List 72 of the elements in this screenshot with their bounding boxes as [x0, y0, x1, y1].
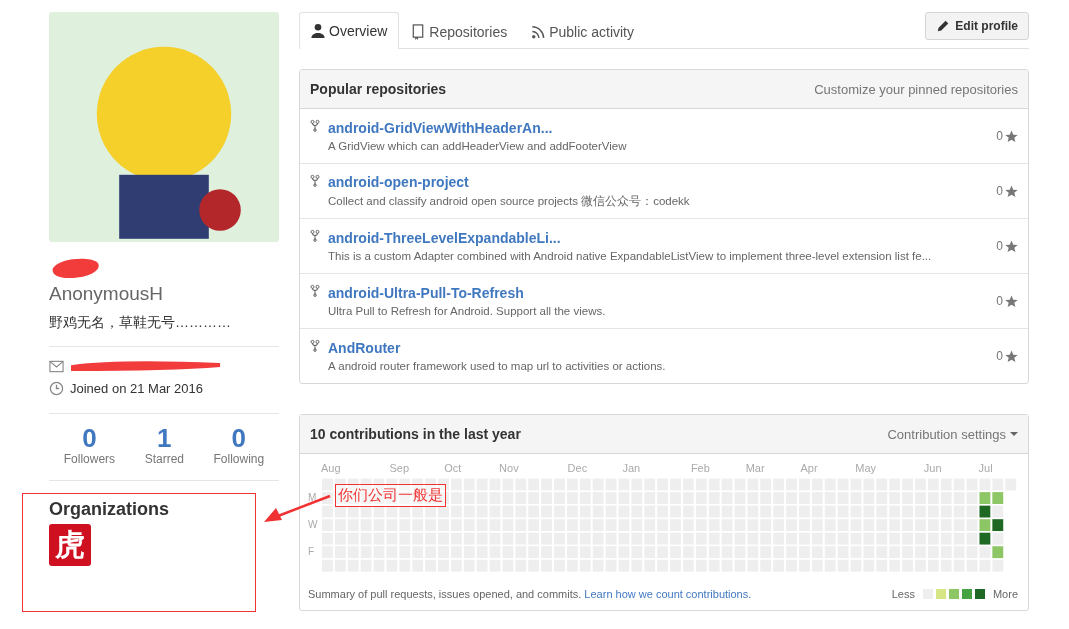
customize-link[interactable]: Customize your pinned repositories [814, 81, 1018, 97]
repo-description: A GridView which can addHeaderView and addFooterView [328, 140, 628, 152]
month-label: Feb [690, 462, 710, 474]
legend-label: Less [891, 587, 915, 600]
caret-icon [1010, 432, 1018, 436]
star-icon [1005, 349, 1018, 363]
tab[interactable]: Public activity [519, 13, 646, 49]
organization-logo[interactable]: 虎 [49, 524, 91, 566]
person-icon [311, 23, 325, 39]
panel-title: 10 contributions in the last year [310, 426, 521, 442]
star-count: 0 [996, 184, 1003, 198]
star-icon [1005, 294, 1018, 308]
star-count: 0 [996, 294, 1003, 308]
tab[interactable]: Repositories [399, 13, 520, 49]
repo-link[interactable]: android-open-project [328, 173, 989, 190]
fork-icon [310, 229, 320, 243]
month-label: Jul [978, 462, 993, 474]
month-label: Jan [622, 462, 641, 474]
star-icon [1005, 129, 1018, 143]
month-label: Nov [499, 462, 519, 474]
edit-profile-button[interactable]: Edit profile [925, 12, 1029, 40]
repo-description: This is a custom Adapter combined with Android native ExpandableListView to implement three-level extension list fe... [328, 250, 933, 262]
repo-description: Collect and classify android open source projects 微信公众号：codekk [328, 193, 691, 209]
month-label: Jun [923, 462, 942, 474]
legend-swatch [935, 588, 946, 599]
mail-icon [49, 358, 64, 374]
annotation-note: 你们公司一般是 [335, 484, 446, 507]
clock-icon [49, 380, 64, 396]
rss-icon [531, 23, 546, 40]
pencil-icon [936, 18, 951, 34]
legend-swatch [974, 588, 985, 599]
book-icon [411, 23, 426, 40]
legend-label: More [992, 587, 1018, 600]
fork-icon [310, 174, 320, 188]
repo-link[interactable]: android-ThreeLevelExpandableLi... [328, 230, 989, 246]
weekday-label: M [308, 491, 318, 504]
star-icon [1005, 184, 1018, 198]
repo-link[interactable]: android-GridViewWithHeaderAn... [328, 120, 989, 136]
legend-swatch [948, 588, 959, 599]
month-label: Oct [444, 462, 462, 474]
month-label: Dec [567, 462, 588, 474]
summary-text: Summary of pull requests, issues opened, and commits. Learn how we count contributions. [308, 587, 752, 600]
contribution-settings-dropdown[interactable]: Contribution settings [887, 426, 1018, 442]
join-date: Joined on 21 Mar 2016 [70, 380, 203, 396]
month-label: Aug [321, 462, 341, 474]
weekday-label: W [308, 519, 319, 532]
star-count: 0 [996, 349, 1003, 363]
fork-icon [310, 339, 320, 353]
bio-text: 野鸡无名，草鞋无号………… [49, 314, 232, 332]
repo-description: Ultra Pull to Refresh for Android. Support all the views. [328, 305, 607, 317]
legend-swatch [961, 588, 972, 599]
month-label: Mar [745, 462, 765, 474]
section-title: Organizations [49, 499, 170, 520]
month-label: May [855, 462, 877, 474]
repo-link[interactable]: android-Ultra-Pull-To-Refresh [328, 285, 989, 301]
star-count: 0 [996, 129, 1003, 143]
fork-icon [310, 119, 320, 133]
tab[interactable]: Overview [299, 12, 400, 49]
star-count: 0 [996, 239, 1003, 253]
repo-description: A android router framework used to map url to activities or actions. [328, 360, 667, 372]
stat-link[interactable]: 0 Followers [63, 424, 116, 466]
repo-link[interactable]: AndRouter [328, 340, 989, 356]
stat-link[interactable]: 1 Starred [144, 424, 184, 466]
star-icon [1005, 239, 1018, 253]
month-label: Sep [389, 462, 410, 474]
panel-title: Popular repositories [310, 81, 447, 97]
weekday-label: F [308, 546, 316, 559]
learn-more-link[interactable]: Learn how we count contributions. [584, 587, 752, 600]
stat-link[interactable]: 0 Following [213, 424, 265, 466]
fork-icon [310, 284, 320, 298]
month-label: Apr [800, 462, 818, 474]
username: AnonymousH [49, 282, 165, 306]
